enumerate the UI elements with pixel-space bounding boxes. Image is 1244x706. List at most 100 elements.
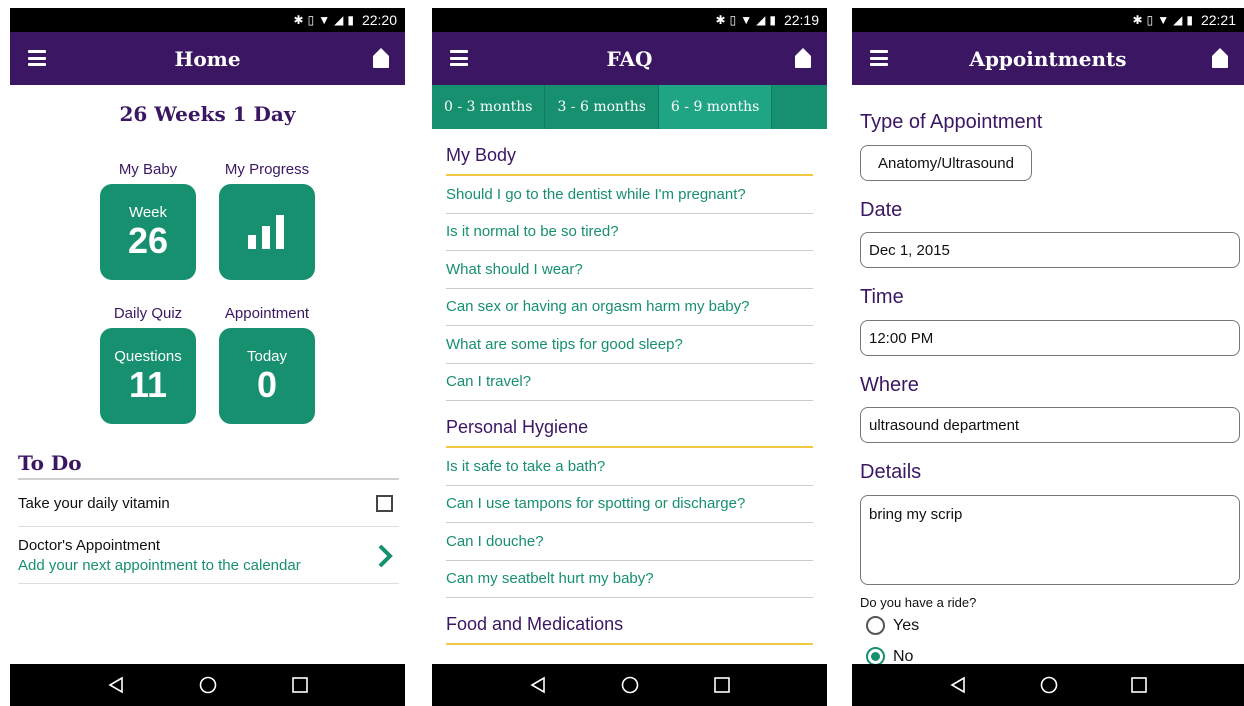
status-time: 22:20 — [361, 12, 397, 28]
battery-icon: ▮ — [347, 13, 354, 27]
appointment-form: Type of Appointment Anatomy/Ultrasound D… — [852, 85, 1244, 666]
status-bar: ✱ ▯ ▼ ◢ ▮ 22:20 — [10, 8, 405, 32]
vibrate-icon: ▯ — [307, 13, 315, 27]
recents-icon[interactable] — [1131, 677, 1148, 693]
wifi-icon: ▼ — [740, 13, 753, 27]
home-nav-icon[interactable] — [621, 676, 639, 694]
todo-item-label: Take your daily vitamin — [18, 495, 170, 512]
tile-value: 26 — [127, 219, 169, 261]
app-bar: Appointments — [852, 32, 1244, 85]
todo-item-appointment[interactable]: Doctor's Appointment Add your next appoi… — [18, 528, 399, 584]
recents-icon[interactable] — [292, 677, 308, 693]
home-screen: ✱ ▯ ▼ ◢ ▮ 22:20 Home 26 Weeks 1 Day My B… — [10, 8, 405, 706]
my-progress-tile[interactable]: My Progress — [212, 161, 322, 280]
todo-item-vitamin[interactable]: Take your daily vitamin — [18, 481, 399, 527]
faq-section-heading: Food and Medications — [446, 614, 813, 645]
date-field[interactable]: Dec 1, 2015 — [860, 232, 1240, 268]
faq-question[interactable]: Can sex or having an orgasm harm my baby… — [446, 289, 813, 326]
menu-icon[interactable] — [28, 50, 46, 66]
faq-question[interactable]: Can I douche? — [446, 523, 813, 561]
faq-list: My Body Should I go to the dentist while… — [446, 129, 813, 664]
faq-question[interactable]: Is it normal to be so tired? — [446, 214, 813, 251]
faq-question[interactable]: What should I wear? — [446, 251, 813, 289]
wifi-icon: ▼ — [1157, 13, 1170, 27]
home-nav-icon[interactable] — [1040, 676, 1058, 694]
tile-value: 0 — [256, 363, 278, 405]
bluetooth-icon: ✱ — [293, 13, 304, 27]
signal-icon: ◢ — [756, 13, 766, 27]
faq-section-heading: Personal Hygiene — [446, 417, 813, 448]
my-progress-button[interactable] — [219, 184, 315, 280]
status-bar: ✱ ▯ ▼ ◢ ▮ 22:19 — [432, 8, 827, 32]
ride-question: Do you have a ride? — [860, 595, 977, 610]
tab-3-6-months[interactable]: 3 - 6 months — [545, 85, 659, 129]
status-bar: ✱ ▯ ▼ ◢ ▮ 22:21 — [852, 8, 1244, 32]
home-icon[interactable] — [793, 47, 813, 69]
home-icon[interactable] — [1210, 47, 1230, 69]
daily-quiz-tile[interactable]: Daily Quiz Questions 11 — [93, 305, 203, 424]
appointment-button[interactable]: Today 0 — [219, 328, 315, 424]
tile-label: My Baby — [118, 161, 178, 178]
faq-section-food-medications: Food and Medications — [446, 598, 813, 645]
todo-heading: To Do — [18, 451, 82, 475]
menu-icon[interactable] — [870, 50, 888, 66]
menu-icon[interactable] — [450, 50, 468, 66]
time-field[interactable]: 12:00 PM — [860, 320, 1240, 356]
page-title: Home — [174, 46, 241, 71]
pregnancy-progress-title: 26 Weeks 1 Day — [119, 102, 296, 126]
tile-subtitle: Week — [128, 203, 168, 221]
todo-checkbox[interactable] — [376, 495, 393, 512]
where-field[interactable]: ultrasound department — [860, 407, 1240, 443]
my-baby-tile[interactable]: My Baby Week 26 — [93, 161, 203, 280]
appointment-type-select[interactable]: Anatomy/Ultrasound — [860, 145, 1032, 181]
bluetooth-icon: ✱ — [715, 13, 726, 27]
battery-icon: ▮ — [769, 13, 776, 27]
app-bar: FAQ — [432, 32, 827, 85]
ride-option-yes[interactable]: Yes — [866, 616, 919, 635]
details-label: Details — [860, 461, 922, 483]
faq-screen: ✱ ▯ ▼ ◢ ▮ 22:19 FAQ 0 - 3 months 3 - 6 m… — [432, 8, 827, 706]
vibrate-icon: ▯ — [729, 13, 737, 27]
tile-value: 11 — [128, 363, 168, 405]
where-label: Where — [860, 374, 919, 396]
bluetooth-icon: ✱ — [1132, 13, 1143, 27]
tab-0-3-months[interactable]: 0 - 3 months — [432, 85, 546, 129]
tile-label: Appointment — [224, 305, 310, 322]
tab-6-9-months[interactable]: 6 - 9 months — [658, 85, 773, 129]
home-icon[interactable] — [371, 47, 391, 69]
date-label: Date — [860, 199, 903, 221]
page-title: FAQ — [606, 46, 653, 71]
tile-subtitle: Questions — [114, 347, 182, 365]
radio-label: No — [893, 647, 914, 665]
faq-question[interactable]: Is it safe to take a bath? — [446, 448, 813, 486]
status-time: 22:21 — [1200, 12, 1236, 28]
chevron-right-icon[interactable] — [377, 544, 393, 568]
faq-question[interactable]: What are some tips for good sleep? — [446, 326, 813, 364]
signal-icon: ◢ — [1173, 13, 1183, 27]
faq-question[interactable]: Can my seatbelt hurt my baby? — [446, 561, 813, 598]
tile-label: Daily Quiz — [113, 305, 183, 322]
back-icon[interactable] — [949, 676, 967, 694]
appointment-tile[interactable]: Appointment Today 0 — [212, 305, 322, 424]
page-title: Appointments — [969, 46, 1127, 71]
daily-quiz-button[interactable]: Questions 11 — [100, 328, 196, 424]
status-time: 22:19 — [783, 12, 819, 28]
wifi-icon: ▼ — [318, 13, 331, 27]
my-baby-button[interactable]: Week 26 — [100, 184, 196, 280]
recents-icon[interactable] — [714, 677, 730, 693]
radio-button[interactable] — [866, 616, 885, 635]
trimester-tabs: 0 - 3 months 3 - 6 months 6 - 9 months — [432, 85, 827, 129]
back-icon[interactable] — [107, 676, 125, 694]
battery-icon: ▮ — [1186, 13, 1193, 27]
home-nav-icon[interactable] — [199, 676, 217, 694]
faq-question[interactable]: Should I go to the dentist while I'm pre… — [446, 176, 813, 214]
faq-question[interactable]: Can I travel? — [446, 364, 813, 401]
todo-item-subtitle: Add your next appointment to the calenda… — [18, 557, 301, 574]
details-textarea[interactable]: bring my scrip — [860, 495, 1240, 585]
vibrate-icon: ▯ — [1146, 13, 1154, 27]
faq-section-my-body: My Body Should I go to the dentist while… — [446, 129, 813, 401]
faq-question[interactable]: Can I use tampons for spotting or discha… — [446, 486, 813, 523]
divider — [18, 478, 399, 480]
back-icon[interactable] — [529, 676, 547, 694]
system-nav-bar — [852, 664, 1244, 706]
